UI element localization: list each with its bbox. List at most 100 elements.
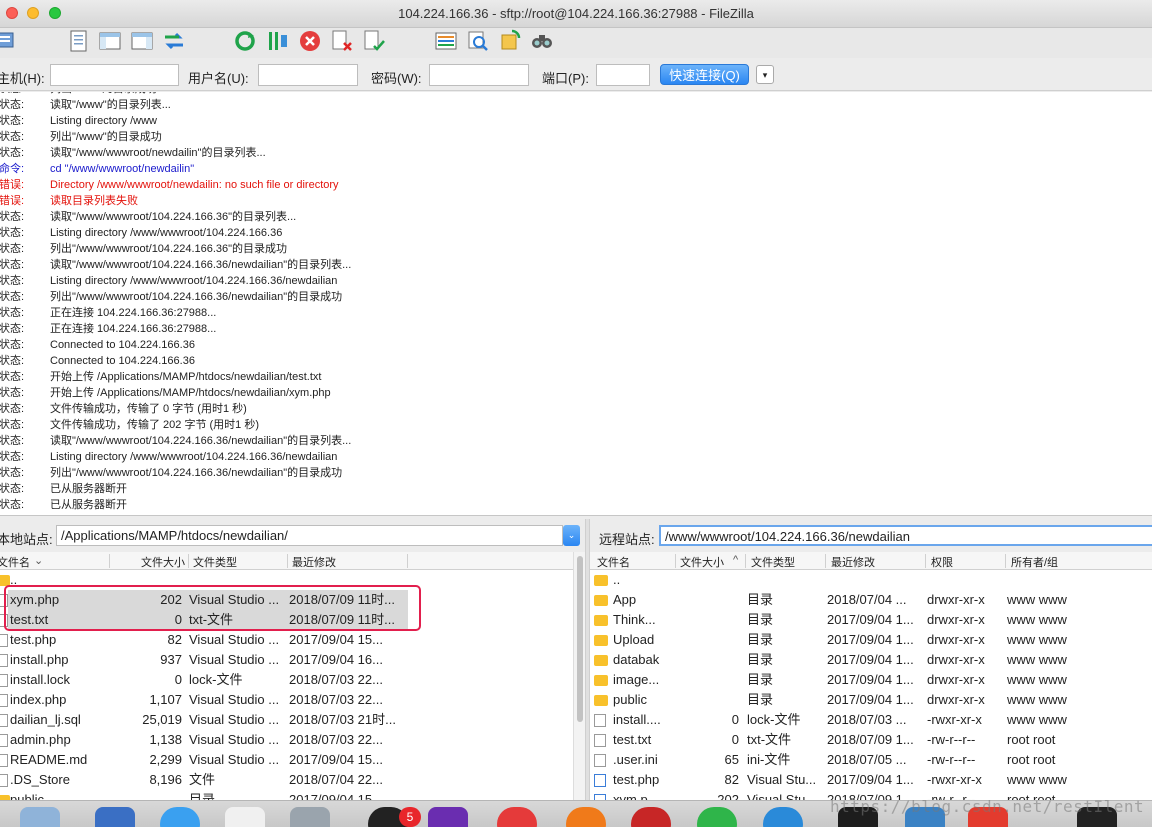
file-row[interactable]: README.md 2,299 Visual Studio ... 2017/09/0… [0, 750, 573, 770]
file-permissions: -rw-r--r-- [927, 732, 976, 747]
log-type: 状态: [0, 99, 25, 111]
file-row[interactable]: install.lock 0 lock-文件 2018/07/03 22... [0, 670, 573, 690]
remote-header-modified[interactable]: 最近修改 [831, 554, 875, 570]
watermark: https://blog.csdn.net/restIlent [830, 797, 1145, 816]
dock-app-icon-2[interactable] [428, 807, 468, 827]
file-modified: 2017/09/04 1... [827, 632, 914, 647]
preferences-icon[interactable] [290, 807, 330, 827]
file-row[interactable]: App 目录 2018/07/04 ... drwxr-xr-x www www [590, 590, 1152, 610]
file-row[interactable]: .DS_Store 8,196 文件 2018/07/04 22... [0, 770, 573, 790]
local-header-type[interactable]: 文件类型 [193, 554, 237, 570]
file-size: 0 [731, 712, 739, 727]
file-row[interactable]: test.php 82 Visual Stu... 2017/09/04 1... -r… [590, 770, 1152, 790]
local-path-dropdown[interactable]: ⌄ [563, 525, 580, 546]
remote-tree-icon[interactable] [130, 29, 154, 53]
local-header-name[interactable]: 文件名 [0, 554, 30, 570]
finder-icon[interactable] [20, 807, 60, 827]
process-queue-icon[interactable] [266, 29, 290, 53]
file-row[interactable]: public 目录 2017/09/04 1... drwxr-xr-x www www [590, 690, 1152, 710]
log-message: 开始上传 /Applications/MAMP/htdocs/newdailia… [50, 371, 322, 383]
log-type: 状态: [0, 339, 25, 351]
file-owner: www www [1007, 632, 1067, 647]
dock-app-icon[interactable] [95, 807, 135, 827]
file-permissions: drwxr-xr-x [927, 672, 985, 687]
remote-header-owner[interactable]: 所有者/组 [1011, 554, 1058, 570]
quickconnect-history-dropdown[interactable]: ▾ [756, 65, 774, 84]
local-path-input[interactable]: /Applications/MAMP/htdocs/newdailian/ [56, 525, 563, 546]
file-size: 1,138 [149, 732, 182, 747]
file-icon [594, 774, 606, 787]
file-owner: www www [1007, 652, 1067, 667]
firefox-icon[interactable] [566, 807, 606, 827]
remote-header-name[interactable]: 文件名 [597, 554, 630, 570]
file-row[interactable]: image... 目录 2017/09/04 1... drwxr-xr-x www w… [590, 670, 1152, 690]
safari-icon[interactable] [160, 807, 200, 827]
compare-icon[interactable] [466, 29, 490, 53]
port-input[interactable] [596, 64, 650, 86]
file-name: image... [613, 672, 660, 687]
transfer-queue-icon[interactable] [162, 29, 186, 53]
file-row[interactable]: install.php 937 Visual Studio ... 2017/09/0… [0, 650, 573, 670]
file-size: 937 [160, 652, 182, 667]
refresh-icon[interactable] [233, 29, 257, 53]
host-input[interactable] [50, 64, 179, 86]
file-row[interactable]: test.php 82 Visual Studio ... 2017/09/04 15… [0, 630, 573, 650]
file-type: lock-文件 [747, 712, 801, 727]
wechat-icon[interactable] [697, 807, 737, 827]
sync-browse-icon[interactable] [498, 29, 522, 53]
quickconnect-button[interactable]: 快速连接(Q) [660, 64, 749, 85]
disconnect-icon[interactable] [330, 29, 354, 53]
file-row[interactable]: databak 目录 2017/09/04 1... drwxr-xr-x www ww… [590, 650, 1152, 670]
filter-icon[interactable] [434, 29, 458, 53]
log-message: 文件传输成功，传输了 0 字节 (用时1 秒) [50, 403, 247, 415]
file-type: Visual Studio ... [189, 652, 280, 667]
local-scrollbar[interactable] [573, 552, 585, 802]
log-type: 状态: [0, 467, 25, 479]
file-row[interactable]: Upload 目录 2017/09/04 1... drwxr-xr-x www www [590, 630, 1152, 650]
site-manager-icon[interactable] [0, 29, 18, 53]
password-input[interactable] [429, 64, 529, 86]
file-row[interactable]: test.txt 0 txt-文件 2018/07/09 1... -rw-r--r--… [590, 730, 1152, 750]
remote-file-list[interactable]: 文件名 文件大小 ^ 文件类型 最近修改 权限 所有者/组 .. App 目录 201… [590, 552, 1152, 802]
search-icon[interactable] [530, 29, 554, 53]
dock-app-icon-5[interactable] [763, 807, 803, 827]
remote-header-permissions[interactable]: 权限 [931, 554, 953, 570]
file-modified: 2018/07/04 22... [289, 772, 383, 787]
file-row[interactable]: admin.php 1,138 Visual Studio ... 2018/07/0… [0, 730, 573, 750]
file-size: 0 [174, 672, 182, 687]
cancel-icon[interactable] [298, 29, 322, 53]
reconnect-icon[interactable] [362, 29, 386, 53]
file-owner: www www [1007, 612, 1067, 627]
log-type: 状态: [0, 323, 25, 335]
file-row[interactable]: install.... 0 lock-文件 2018/07/03 ... -rwxr-x… [590, 710, 1152, 730]
message-log[interactable]: 状态:列出"/root"的目录成功状态:读取"/www"的目录列表...状态:L… [0, 92, 1152, 516]
folder-icon [594, 635, 608, 646]
remote-header-size[interactable]: 文件大小 [680, 554, 724, 570]
file-icon [0, 774, 8, 787]
file-modified: 2017/09/04 1... [827, 772, 914, 787]
dock-app-icon-3[interactable] [497, 807, 537, 827]
message-log-icon[interactable] [67, 29, 91, 53]
file-row[interactable]: index.php 1,107 Visual Studio ... 2018/07/0… [0, 690, 573, 710]
file-row[interactable]: .. [590, 570, 1152, 590]
local-header-size[interactable]: 文件大小 [141, 554, 185, 570]
file-row[interactable]: Think... 目录 2017/09/04 1... drwxr-xr-x www w… [590, 610, 1152, 630]
remote-header-type[interactable]: 文件类型 [751, 554, 795, 570]
dock-app-icon-4[interactable] [631, 807, 671, 827]
log-type: 状态: [0, 355, 25, 367]
file-row[interactable]: dailian_lj.sql 25,019 Visual Studio ... 201… [0, 710, 573, 730]
username-input[interactable] [258, 64, 358, 86]
file-size: 82 [167, 632, 182, 647]
local-scrollbar-thumb[interactable] [577, 556, 583, 722]
file-row[interactable]: .user.ini 65 ini-文件 2018/07/05 ... -rw-r--r-… [590, 750, 1152, 770]
log-type: 状态: [0, 275, 25, 287]
remote-path-input[interactable]: /www/wwwroot/104.224.166.36/newdailian [659, 525, 1152, 546]
notes-icon[interactable] [225, 807, 265, 827]
local-header-modified[interactable]: 最近修改 [292, 554, 336, 570]
file-modified: 2018/07/03 21时... [289, 712, 396, 727]
file-type: 文件 [189, 772, 216, 787]
file-modified: 2018/07/05 ... [827, 752, 907, 767]
log-type: 状态: [0, 243, 25, 255]
file-type: txt-文件 [747, 732, 792, 747]
local-tree-icon[interactable] [98, 29, 122, 53]
